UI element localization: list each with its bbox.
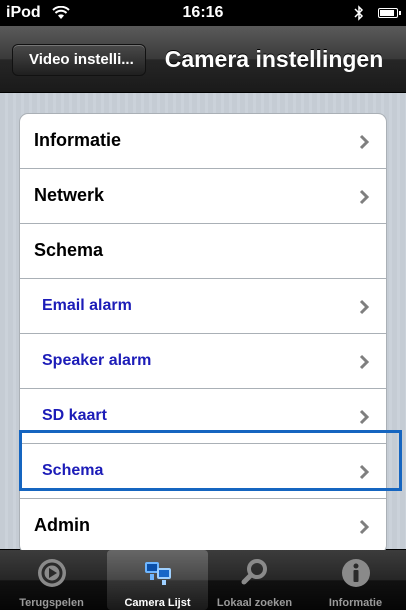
tab-lokaal-zoeken[interactable]: Lokaal zoeken (204, 550, 305, 610)
settings-row-netwerk[interactable]: Netwerk (19, 168, 387, 224)
tab-label: Informatie (328, 597, 383, 609)
camera-list-icon (144, 562, 171, 585)
settings-group: Informatie Netwerk Schema Email alarm Speake… (19, 113, 405, 566)
settings-row-speaker-alarm[interactable]: Speaker alarm (19, 333, 387, 389)
chevron-right-icon (359, 464, 370, 480)
tab-camera-lijst[interactable]: Camera Lijst (107, 550, 208, 610)
playback-icon (37, 559, 66, 587)
settings-row-sd-kaart[interactable]: SD kaart (19, 388, 387, 444)
tab-terugspelen[interactable]: Terugspelen (1, 550, 102, 610)
chevron-right-icon (359, 519, 370, 535)
back-button[interactable]: Video instelli... (12, 44, 146, 76)
settings-row-label: Speaker alarm (42, 352, 152, 369)
chevron-right-icon (359, 134, 370, 150)
chevron-right-icon (359, 354, 370, 370)
settings-row-schema: Schema (19, 223, 387, 279)
status-time: 16:16 (182, 4, 224, 21)
chevron-right-icon (359, 189, 370, 205)
tab-label: Terugspelen (19, 597, 84, 609)
search-icon (241, 559, 267, 585)
settings-row-label: Email alarm (42, 297, 132, 314)
settings-row-informatie[interactable]: Informatie (19, 113, 387, 169)
settings-row-label: Admin (34, 515, 90, 535)
tab-label: Camera Lijst (124, 597, 191, 609)
chevron-right-icon (359, 299, 370, 315)
settings-row-label: Schema (34, 240, 104, 260)
settings-row-label: Netwerk (34, 185, 105, 205)
settings-row-label: Schema (42, 462, 104, 479)
navigation-bar: Video instelli... Camera instellingen (0, 26, 406, 93)
page-title: Camera instellingen (164, 46, 384, 72)
tab-bar: Terugspelen Camera Lijst Lokaal zoeken I… (0, 550, 406, 610)
settings-row-label: Informatie (34, 130, 122, 150)
settings-row-label: SD kaart (42, 407, 107, 424)
bluetooth-icon (354, 5, 364, 21)
settings-row-email-alarm[interactable]: Email alarm (19, 278, 387, 334)
settings-row-admin[interactable]: Admin (19, 498, 387, 554)
tab-informatie[interactable]: Informatie (305, 550, 406, 610)
chevron-right-icon (359, 409, 370, 425)
settings-content: Informatie Netwerk Schema Email alarm Speake… (0, 93, 406, 554)
battery-icon (378, 8, 401, 18)
status-bar: iPod 16:16 (0, 0, 406, 26)
settings-row-schema[interactable]: Schema (19, 443, 387, 499)
tab-label: Lokaal zoeken (216, 597, 293, 609)
info-icon (341, 559, 370, 587)
